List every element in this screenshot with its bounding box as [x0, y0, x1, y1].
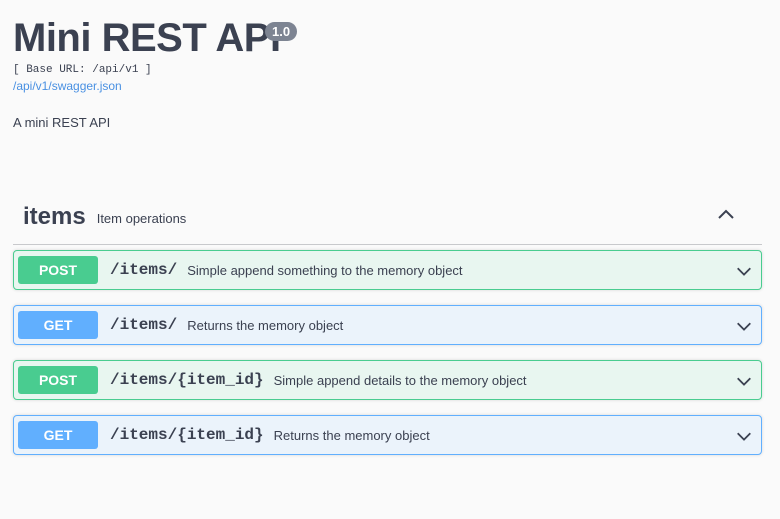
method-badge: GET	[18, 311, 98, 339]
operation-summary: Returns the memory object	[273, 427, 430, 443]
operation-path: /items/	[110, 316, 178, 334]
chevron-down-icon[interactable]	[735, 372, 753, 390]
method-badge: GET	[18, 421, 98, 449]
operation-summary: Simple append something to the memory ob…	[187, 262, 463, 278]
chevron-down-icon[interactable]	[735, 317, 753, 335]
operation-path: /items/{item_id}	[110, 426, 264, 444]
operation-path: /items/	[110, 261, 178, 279]
operation-summary: Simple append details to the memory obje…	[273, 372, 527, 388]
api-title: Mini REST API	[13, 16, 281, 60]
tag-items-header[interactable]: items Item operations	[13, 190, 762, 245]
base-url: [ Base URL: /api/v1 ]	[13, 64, 152, 76]
operation-path: /items/{item_id}	[110, 371, 264, 389]
api-description: A mini REST API	[13, 115, 111, 130]
method-badge: POST	[18, 256, 98, 284]
version-badge: 1.0	[265, 22, 298, 41]
operation-get-item-id[interactable]: GET /items/{item_id} Returns the memory …	[13, 415, 762, 455]
operation-post-items[interactable]: POST /items/ Simple append something to …	[13, 250, 762, 290]
swagger-json-link[interactable]: /api/v1/swagger.json	[13, 79, 122, 93]
tag-name: items	[23, 203, 86, 230]
operation-post-item-id[interactable]: POST /items/{item_id} Simple append deta…	[13, 360, 762, 400]
operation-summary: Returns the memory object	[187, 317, 344, 333]
chevron-down-icon[interactable]	[735, 427, 753, 445]
method-badge: POST	[18, 366, 98, 394]
chevron-up-icon[interactable]	[716, 204, 736, 224]
chevron-down-icon[interactable]	[735, 262, 753, 280]
tag-description: Item operations	[96, 210, 187, 226]
operation-get-items[interactable]: GET /items/ Returns the memory object	[13, 305, 762, 345]
